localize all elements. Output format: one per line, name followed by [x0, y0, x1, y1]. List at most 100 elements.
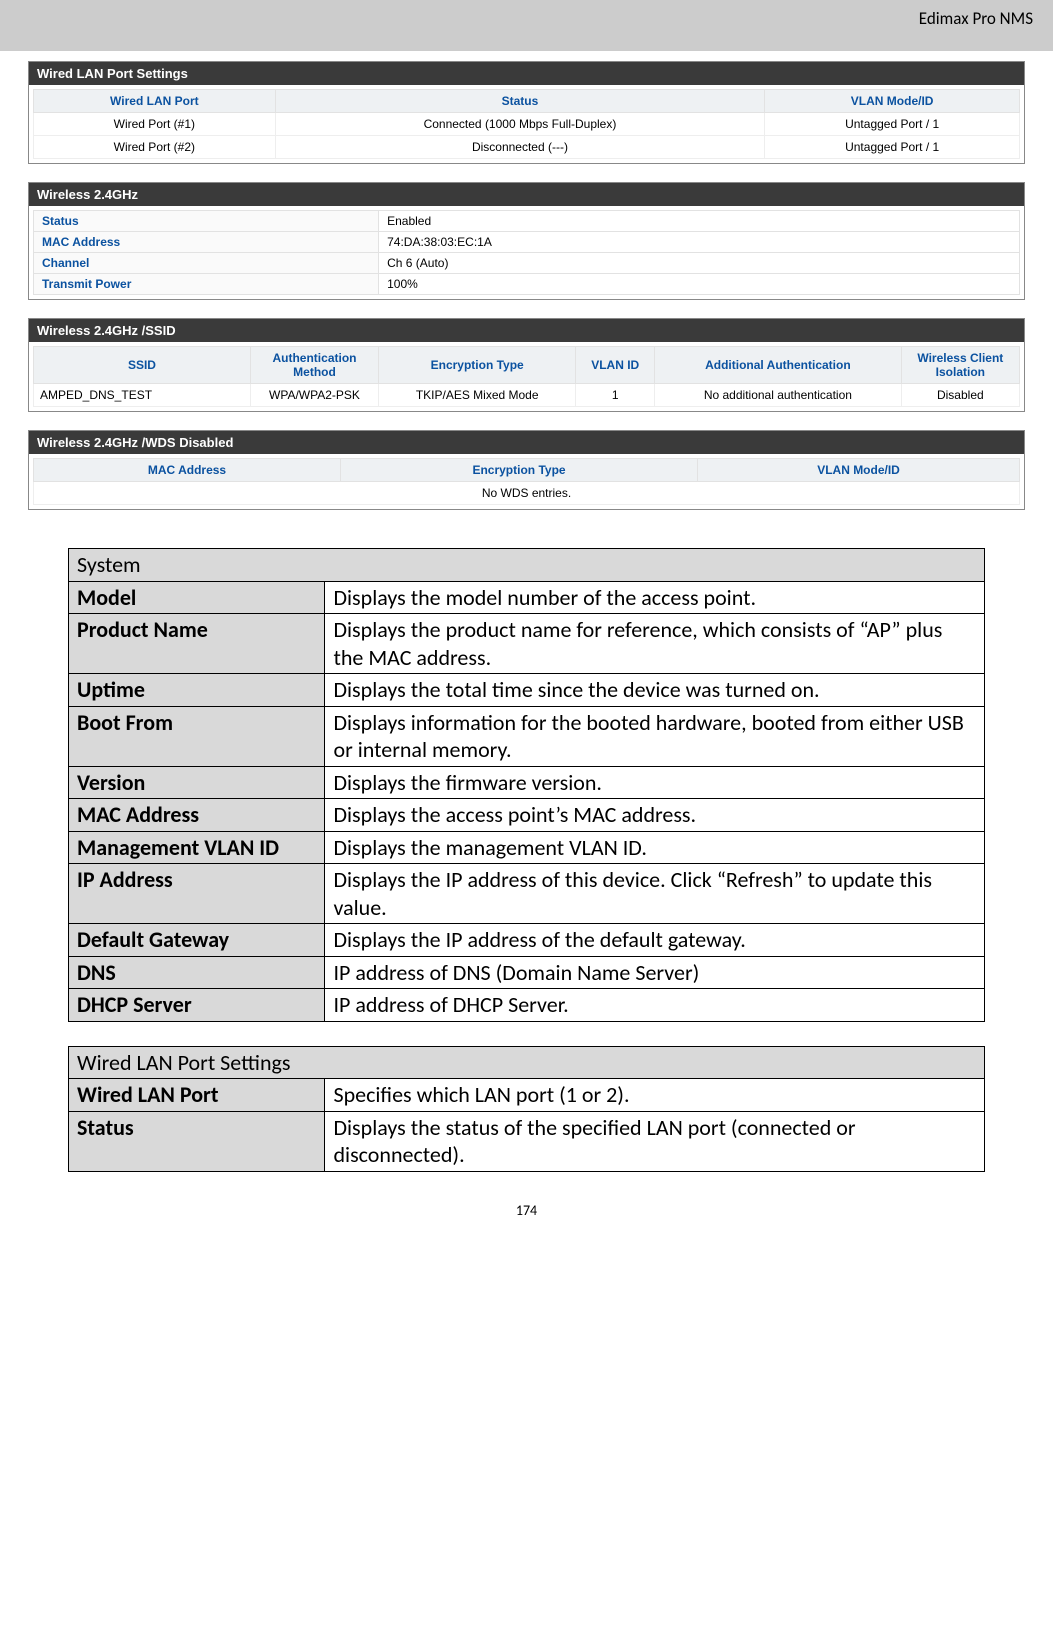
cell-enc: TKIP/AES Mixed Mode [379, 384, 576, 407]
wired-lan-panel-title: Wired LAN Port Settings [28, 61, 1025, 85]
kv-label: MAC Address [34, 232, 379, 253]
col-mac: MAC Address [34, 459, 341, 482]
doc-label: Status [69, 1111, 325, 1171]
doc-row: DNSIP address of DNS (Domain Name Server… [69, 956, 985, 989]
screenshot-region: Wired LAN Port Settings Wired LAN Port S… [0, 51, 1053, 510]
kv-value: Ch 6 (Auto) [379, 253, 1020, 274]
doc-row: Boot FromDisplays information for the bo… [69, 706, 985, 766]
cell-port: Wired Port (#1) [34, 113, 276, 136]
cell-status: Disconnected (---) [275, 136, 765, 159]
doc-row: MAC AddressDisplays the access point’s M… [69, 799, 985, 832]
doc-desc: Displays the management VLAN ID. [325, 831, 985, 864]
doc-label: DHCP Server [69, 989, 325, 1022]
doc-desc: Displays the IP address of this device. … [325, 864, 985, 924]
doc-desc: Displays the product name for reference,… [325, 614, 985, 674]
doc-desc: Displays the firmware version. [325, 766, 985, 799]
page-header: Edimax Pro NMS [0, 0, 1053, 51]
cell-auth: WPA/WPA2-PSK [250, 384, 378, 407]
doc-row: Wired LAN PortSpecifies which LAN port (… [69, 1079, 985, 1112]
section-heading: Wired LAN Port Settings [69, 1046, 985, 1079]
doc-desc: Displays the status of the specified LAN… [325, 1111, 985, 1171]
doc-desc: IP address of DHCP Server. [325, 989, 985, 1022]
kv-label: Channel [34, 253, 379, 274]
doc-label: Uptime [69, 674, 325, 707]
cell-iso: Disabled [901, 384, 1019, 407]
cell-ssid: AMPED_DNS_TEST [34, 384, 251, 407]
col-ssid: SSID [34, 347, 251, 384]
wireless-ssid-panel: SSID Authentication Method Encryption Ty… [28, 342, 1025, 412]
col-enc: Encryption Type [340, 459, 697, 482]
doc-label: Product Name [69, 614, 325, 674]
doc-label: Default Gateway [69, 924, 325, 957]
doc-desc: Displays the IP address of the default g… [325, 924, 985, 957]
wds-panel: MAC Address Encryption Type VLAN Mode/ID… [28, 454, 1025, 510]
wds-table: MAC Address Encryption Type VLAN Mode/ID… [33, 458, 1020, 505]
col-iso: Wireless Client Isolation [901, 347, 1019, 384]
kv-value: 100% [379, 274, 1020, 295]
kv-label: Status [34, 211, 379, 232]
doc-desc: Displays information for the booted hard… [325, 706, 985, 766]
header-title: Edimax Pro NMS [919, 8, 1033, 29]
kv-value: 74:DA:38:03:EC:1A [379, 232, 1020, 253]
table-row: AMPED_DNS_TEST WPA/WPA2-PSK TKIP/AES Mix… [34, 384, 1020, 407]
col-enc: Encryption Type [379, 347, 576, 384]
table-row: No WDS entries. [34, 482, 1020, 505]
doc-label: Management VLAN ID [69, 831, 325, 864]
kv-row: Status Enabled [34, 211, 1020, 232]
doc-desc: Displays the total time since the device… [325, 674, 985, 707]
wds-empty: No WDS entries. [34, 482, 1020, 505]
table-header-row: SSID Authentication Method Encryption Ty… [34, 347, 1020, 384]
cell-vlan: Untagged Port / 1 [765, 136, 1020, 159]
cell-addauth: No additional authentication [655, 384, 902, 407]
doc-row: DHCP ServerIP address of DHCP Server. [69, 989, 985, 1022]
col-auth: Authentication Method [250, 347, 378, 384]
document-body: System ModelDisplays the model number of… [0, 528, 1053, 1172]
table-row: Wired Port (#1) Connected (1000 Mbps Ful… [34, 113, 1020, 136]
wireless-ssid-table: SSID Authentication Method Encryption Ty… [33, 346, 1020, 407]
doc-row: Default GatewayDisplays the IP address o… [69, 924, 985, 957]
doc-row: VersionDisplays the firmware version. [69, 766, 985, 799]
cell-port: Wired Port (#2) [34, 136, 276, 159]
doc-label: MAC Address [69, 799, 325, 832]
wireless-24-panel: Status Enabled MAC Address 74:DA:38:03:E… [28, 206, 1025, 300]
section-heading: System [69, 549, 985, 582]
system-doc-table: System ModelDisplays the model number of… [68, 548, 985, 1022]
kv-label: Transmit Power [34, 274, 379, 295]
wds-panel-title: Wireless 2.4GHz /WDS Disabled [28, 430, 1025, 454]
doc-label: IP Address [69, 864, 325, 924]
kv-row: Channel Ch 6 (Auto) [34, 253, 1020, 274]
table-row: Wired Port (#2) Disconnected (---) Untag… [34, 136, 1020, 159]
wired-lan-table: Wired LAN Port Status VLAN Mode/ID Wired… [33, 89, 1020, 159]
doc-desc: Specifies which LAN port (1 or 2). [325, 1079, 985, 1112]
cell-vlan: Untagged Port / 1 [765, 113, 1020, 136]
wireless-24-kv-table: Status Enabled MAC Address 74:DA:38:03:E… [33, 210, 1020, 295]
table-header-row: MAC Address Encryption Type VLAN Mode/ID [34, 459, 1020, 482]
doc-desc: IP address of DNS (Domain Name Server) [325, 956, 985, 989]
cell-status: Connected (1000 Mbps Full-Duplex) [275, 113, 765, 136]
doc-label: DNS [69, 956, 325, 989]
col-addauth: Additional Authentication [655, 347, 902, 384]
doc-row: Management VLAN IDDisplays the managemen… [69, 831, 985, 864]
kv-row: Transmit Power 100% [34, 274, 1020, 295]
doc-desc: Displays the access point’s MAC address. [325, 799, 985, 832]
doc-row: StatusDisplays the status of the specifi… [69, 1111, 985, 1171]
doc-row: Product NameDisplays the product name fo… [69, 614, 985, 674]
cell-vlan: 1 [576, 384, 655, 407]
wireless-ssid-panel-title: Wireless 2.4GHz /SSID [28, 318, 1025, 342]
wired-lan-doc-table: Wired LAN Port Settings Wired LAN PortSp… [68, 1046, 985, 1172]
doc-desc: Displays the model number of the access … [325, 581, 985, 614]
table-header-row: Wired LAN Port Status VLAN Mode/ID [34, 90, 1020, 113]
wireless-24-panel-title: Wireless 2.4GHz [28, 182, 1025, 206]
wired-lan-panel: Wired LAN Port Status VLAN Mode/ID Wired… [28, 85, 1025, 164]
col-status: Status [275, 90, 765, 113]
doc-row: UptimeDisplays the total time since the … [69, 674, 985, 707]
doc-label: Boot From [69, 706, 325, 766]
page-number: 174 [0, 1196, 1053, 1231]
doc-label: Wired LAN Port [69, 1079, 325, 1112]
doc-row: ModelDisplays the model number of the ac… [69, 581, 985, 614]
kv-value: Enabled [379, 211, 1020, 232]
col-vlan: VLAN Mode/ID [698, 459, 1020, 482]
doc-label: Version [69, 766, 325, 799]
kv-row: MAC Address 74:DA:38:03:EC:1A [34, 232, 1020, 253]
doc-label: Model [69, 581, 325, 614]
